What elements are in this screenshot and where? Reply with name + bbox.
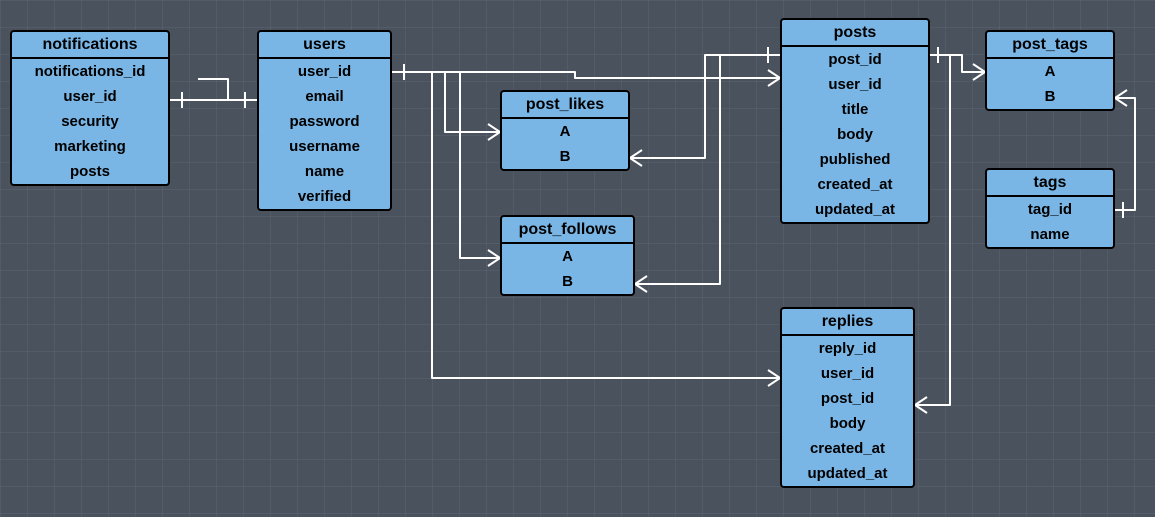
field: notifications_id <box>12 59 168 84</box>
field: email <box>259 84 390 109</box>
entity-fields: A B <box>502 119 628 169</box>
field: B <box>502 269 633 294</box>
entity-post-tags[interactable]: post_tags A B <box>985 30 1115 111</box>
field: user_id <box>782 361 913 386</box>
field: body <box>782 122 928 147</box>
entity-fields: notifications_id user_id security market… <box>12 59 168 184</box>
entity-fields: A B <box>502 244 633 294</box>
field: A <box>502 119 628 144</box>
field: password <box>259 109 390 134</box>
entity-notifications[interactable]: notifications notifications_id user_id s… <box>10 30 170 186</box>
field: created_at <box>782 436 913 461</box>
entity-fields: post_id user_id title body published cre… <box>782 47 928 222</box>
field: post_id <box>782 386 913 411</box>
field: user_id <box>12 84 168 109</box>
field: user_id <box>782 72 928 97</box>
entity-tags[interactable]: tags tag_id name <box>985 168 1115 249</box>
field: body <box>782 411 913 436</box>
field: post_id <box>782 47 928 72</box>
field: user_id <box>259 59 390 84</box>
entity-users[interactable]: users user_id email password username na… <box>257 30 392 211</box>
field: created_at <box>782 172 928 197</box>
entity-title: posts <box>782 20 928 47</box>
entity-replies[interactable]: replies reply_id user_id post_id body cr… <box>780 307 915 488</box>
field: updated_at <box>782 461 913 486</box>
entity-fields: reply_id user_id post_id body created_at… <box>782 336 913 486</box>
entity-title: replies <box>782 309 913 336</box>
field: published <box>782 147 928 172</box>
entity-fields: A B <box>987 59 1113 109</box>
field: B <box>502 144 628 169</box>
field: username <box>259 134 390 159</box>
field: name <box>987 222 1113 247</box>
field: tag_id <box>987 197 1113 222</box>
field: posts <box>12 159 168 184</box>
entity-fields: user_id email password username name ver… <box>259 59 390 209</box>
field: A <box>987 59 1113 84</box>
entity-post-follows[interactable]: post_follows A B <box>500 215 635 296</box>
entity-title: post_follows <box>502 217 633 244</box>
entity-title: users <box>259 32 390 59</box>
entity-title: tags <box>987 170 1113 197</box>
entity-post-likes[interactable]: post_likes A B <box>500 90 630 171</box>
field: verified <box>259 184 390 209</box>
field: name <box>259 159 390 184</box>
field: updated_at <box>782 197 928 222</box>
field: marketing <box>12 134 168 159</box>
field: B <box>987 84 1113 109</box>
entity-title: post_likes <box>502 92 628 119</box>
entity-title: notifications <box>12 32 168 59</box>
field: title <box>782 97 928 122</box>
entity-fields: tag_id name <box>987 197 1113 247</box>
field: A <box>502 244 633 269</box>
entity-posts[interactable]: posts post_id user_id title body publish… <box>780 18 930 224</box>
field: reply_id <box>782 336 913 361</box>
entity-title: post_tags <box>987 32 1113 59</box>
field: security <box>12 109 168 134</box>
